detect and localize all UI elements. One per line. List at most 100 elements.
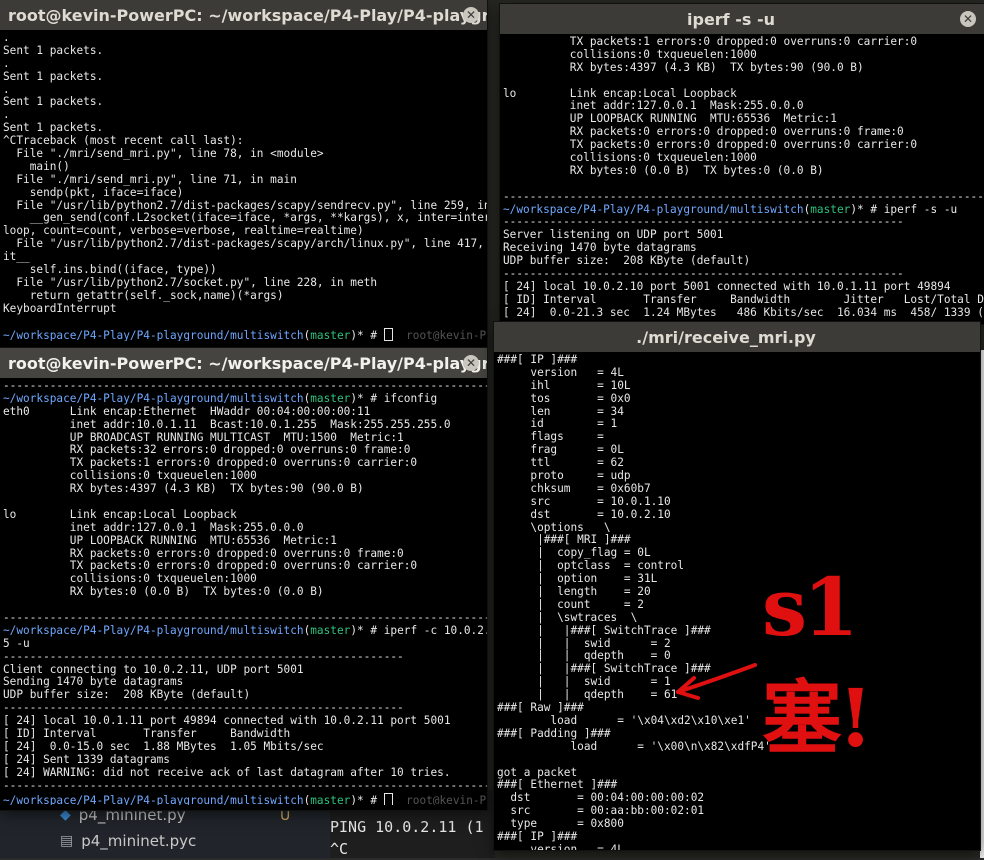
- packet-field-line: src = 10.0.1.10: [497, 494, 671, 508]
- shell-prompt[interactable]: ~/workspace/P4-Play/P4-playground/multis…: [3, 792, 487, 806]
- terminal-line: ----------------------------------------…: [503, 267, 904, 281]
- window-title: ./mri/receive_mri.py: [636, 327, 816, 347]
- terminal-window-iperf-server[interactable]: iperf -s -u ✕ TX packets:1 errors:0 drop…: [500, 4, 984, 324]
- terminal-line: inet addr:127.0.0.1 Mask:255.0.0.0: [3, 520, 304, 534]
- terminal-line: Sent 1 packets.: [3, 43, 104, 57]
- terminal-line: [ ID] Interval Transfer Bandwidth: [3, 727, 291, 741]
- terminal-line: main(): [3, 159, 70, 173]
- terminal-line: eth0 Link encap:Ethernet HWaddr 00:04:00…: [3, 404, 371, 418]
- shell-prompt[interactable]: ~/workspace/P4-Play/P4-playground/multis…: [3, 623, 487, 638]
- git-branch: master: [310, 391, 351, 405]
- prompt-path: ~/workspace/P4-Play/P4-playground/multis…: [3, 793, 304, 806]
- terminal-line: Sent 1 packets.: [3, 69, 104, 83]
- ghost-text: root@kevin-PowerPC: [406, 793, 487, 806]
- git-branch: master: [310, 793, 351, 806]
- terminal-line: lo Link encap:Local Loopback: [3, 507, 237, 521]
- prompt-path: ~/workspace/P4-Play/P4-playground/multis…: [3, 329, 304, 342]
- prompt-symbol: * #: [357, 623, 384, 637]
- terminal-window-send[interactable]: root@kevin-PowerPC: ~/workspace/P4-Play/…: [0, 0, 487, 348]
- terminal-line: File "/usr/lib/python2.7/socket.py", lin…: [3, 275, 378, 289]
- command-text: ifconfig: [383, 391, 438, 405]
- packet-field-line: dst = 10.0.2.10: [497, 507, 671, 521]
- terminal-line: File "./mri/send_mri.py", line 71, in ma…: [3, 172, 297, 186]
- prompt-symbol: * #: [357, 793, 384, 806]
- git-branch: master: [310, 623, 351, 637]
- terminal-line: [ 24] WARNING: did not receive ack of la…: [3, 765, 451, 779]
- prompt-path: ~/workspace/P4-Play/P4-playground/multis…: [3, 623, 304, 637]
- packet-field-line: ###[ IP ]###: [497, 829, 578, 843]
- shell-prompt[interactable]: ~/workspace/P4-Play/P4-playground/multis…: [3, 391, 484, 406]
- terminal-line: collisions:0 txqueuelen:1000: [503, 151, 757, 165]
- terminal-window-ifconfig[interactable]: root@kevin-PowerPC: ~/workspace/P4-Play/…: [0, 348, 487, 810]
- git-status-badge: U: [280, 808, 291, 824]
- packet-field-line: proto = udp: [497, 469, 631, 483]
- window-titlebar[interactable]: root@kevin-PowerPC: ~/workspace/P4-Play/…: [0, 0, 487, 30]
- terminal-line: Sent 1 packets.: [3, 95, 104, 109]
- packet-field-line: version = 4L: [497, 365, 624, 379]
- window-title: iperf -s -u: [687, 9, 775, 29]
- packet-field-line: chksum = 0x60b7: [497, 481, 651, 495]
- file-name: p4_mininet.pyc: [81, 832, 197, 850]
- close-icon[interactable]: ✕: [463, 7, 479, 23]
- terminal-line: RX bytes:4397 (4.3 KB) TX bytes:90 (90.0…: [503, 60, 864, 74]
- terminal-output[interactable]: TX packets:1 errors:0 dropped:0 overruns…: [500, 34, 984, 320]
- terminal-line: [ 24] local 10.0.2.10 port 5001 connecte…: [503, 279, 951, 293]
- prompt-symbol: * #: [857, 202, 884, 216]
- window-title: root@kevin-PowerPC: ~/workspace/P4-Play/…: [8, 353, 487, 373]
- terminal-line: TX packets:1 errors:0 dropped:0 overruns…: [503, 35, 918, 48]
- prompt-symbol: * #: [357, 391, 384, 405]
- terminal-line: [ 24] 0.0-21.3 sec 1.24 MBytes 486 Kbits…: [503, 305, 984, 319]
- packet-field-line: ###[ IP ]###: [497, 353, 578, 366]
- terminal-line: [ ID] Interval Transfer Bandwidth Jitter…: [503, 292, 984, 306]
- text-cursor: [383, 792, 393, 806]
- terminal-line: File "./mri/send_mri.py", line 78, in <m…: [3, 147, 324, 161]
- terminal-line: ----------------------------------------…: [3, 778, 487, 792]
- terminal-line: ----------------------------------------…: [3, 649, 404, 663]
- window-titlebar[interactable]: iperf -s -u ✕: [500, 4, 984, 34]
- terminal-output[interactable]: ----------------------------------------…: [0, 378, 487, 806]
- terminal-line: KeyboardInterrupt: [3, 301, 117, 315]
- window-titlebar[interactable]: ./mri/receive_mri.py: [494, 322, 980, 352]
- command-text: iperf -c 10.0.2.11 -t 1: [383, 623, 487, 637]
- terminal-line: 5 -u: [3, 636, 30, 650]
- prompt-symbol: * #: [357, 329, 384, 342]
- terminal-line: inet addr:10.0.1.11 Bcast:10.0.1.255 Mas…: [3, 417, 451, 431]
- terminal-line: ^C: [330, 840, 349, 858]
- prompt-path: ~/workspace/P4-Play/P4-playground/multis…: [3, 391, 304, 405]
- packet-field-line: tos = 0x0: [497, 391, 631, 405]
- close-icon[interactable]: ✕: [463, 355, 479, 371]
- terminal-line: .: [3, 56, 10, 70]
- terminal-line: [ 24] Sent 1339 datagrams: [3, 752, 170, 766]
- close-icon[interactable]: ✕: [960, 11, 976, 27]
- terminal-line: return getattr(self._sock,name)(*args): [3, 288, 284, 302]
- git-branch: master: [310, 329, 351, 342]
- prompt-path: ~/workspace/P4-Play/P4-playground/multis…: [503, 202, 804, 216]
- terminal-line: RX bytes:4397 (4.3 KB) TX bytes:90 (90.0…: [3, 482, 364, 496]
- terminal-line: [ 24] 0.0-15.0 sec 1.88 MBytes 1.05 Mbit…: [3, 739, 324, 753]
- packet-field-line: ihl = 10L: [497, 378, 631, 392]
- file-icon: ▤: [60, 833, 74, 849]
- terminal-line: UP LOOPBACK RUNNING MTU:65536 Metric:1: [3, 533, 337, 547]
- git-branch: master: [810, 202, 851, 216]
- terminal-line: RX bytes:0 (0.0 B) TX bytes:0 (0.0 B): [503, 163, 824, 177]
- ghost-text: root@kevin-PowerPC: [406, 329, 487, 342]
- command-text: iperf -s -u: [883, 202, 958, 216]
- terminal-line: .: [3, 31, 10, 44]
- packet-field-line: version = 4L: [497, 842, 624, 850]
- terminal-line: sendp(pkt, iface=iface): [3, 185, 184, 199]
- terminal-line: collisions:0 txqueuelen:1000: [503, 47, 757, 61]
- terminal-output[interactable]: . Sent 1 packets.. Sent 1 packets.. Sent 1 …: [0, 30, 487, 342]
- text-cursor: [383, 328, 393, 342]
- file-item[interactable]: ▤ p4_mininet.pyc: [60, 832, 196, 850]
- annotation-text: s1 塞!: [762, 560, 873, 765]
- terminal-line: RX bytes:0 (0.0 B) TX bytes:0 (0.0 B): [3, 585, 324, 599]
- window-title: root@kevin-PowerPC: ~/workspace/P4-Play/…: [8, 5, 487, 25]
- terminal-line: self.ins.bind((iface, type)): [3, 263, 217, 277]
- terminal-line: File "/usr/lib/python2.7/dist-packages/s…: [3, 237, 487, 251]
- shell-prompt[interactable]: ~/workspace/P4-Play/P4-playground/multis…: [3, 328, 487, 342]
- window-titlebar[interactable]: root@kevin-PowerPC: ~/workspace/P4-Play/…: [0, 348, 487, 378]
